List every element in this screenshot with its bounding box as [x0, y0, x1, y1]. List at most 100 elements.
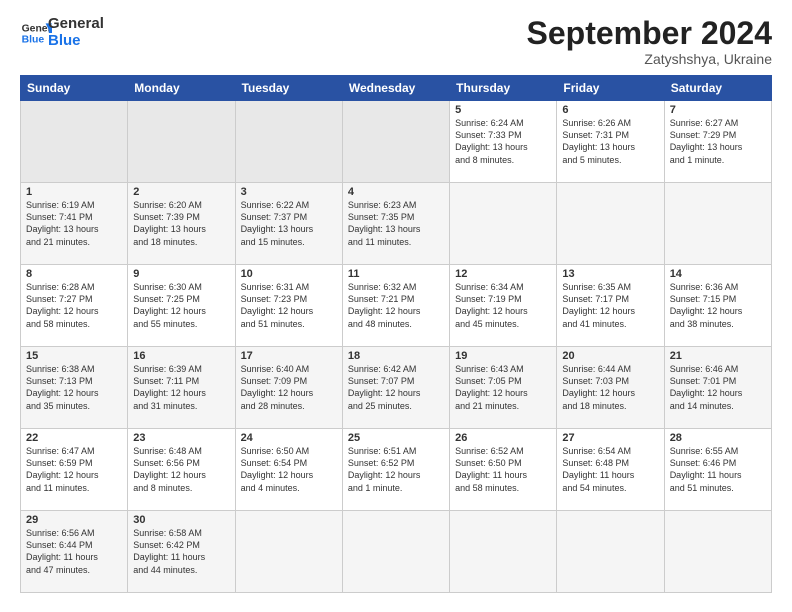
day-info: Sunrise: 6:19 AMSunset: 7:41 PMDaylight:… [26, 199, 122, 248]
day-number: 14 [670, 268, 766, 280]
day-header-friday: Friday [557, 76, 664, 101]
calendar-cell [664, 183, 771, 265]
day-info: Sunrise: 6:24 AMSunset: 7:33 PMDaylight:… [455, 117, 551, 166]
calendar-cell: 22Sunrise: 6:47 AMSunset: 6:59 PMDayligh… [21, 429, 128, 511]
logo-line1: General [48, 16, 104, 33]
day-number: 17 [241, 350, 337, 362]
day-info: Sunrise: 6:22 AMSunset: 7:37 PMDaylight:… [241, 199, 337, 248]
logo-line2: Blue [48, 33, 104, 50]
calendar-cell [557, 183, 664, 265]
calendar-cell: 8Sunrise: 6:28 AMSunset: 7:27 PMDaylight… [21, 265, 128, 347]
day-info: Sunrise: 6:32 AMSunset: 7:21 PMDaylight:… [348, 281, 444, 330]
day-number: 29 [26, 514, 122, 526]
day-number: 19 [455, 350, 551, 362]
day-number: 13 [562, 268, 658, 280]
calendar-cell [342, 511, 449, 593]
day-header-saturday: Saturday [664, 76, 771, 101]
day-number: 15 [26, 350, 122, 362]
calendar-cell [450, 511, 557, 593]
calendar-cell: 26Sunrise: 6:52 AMSunset: 6:50 PMDayligh… [450, 429, 557, 511]
calendar-cell: 11Sunrise: 6:32 AMSunset: 7:21 PMDayligh… [342, 265, 449, 347]
month-title: September 2024 [527, 16, 772, 51]
day-info: Sunrise: 6:34 AMSunset: 7:19 PMDaylight:… [455, 281, 551, 330]
day-number: 11 [348, 268, 444, 280]
day-number: 20 [562, 350, 658, 362]
calendar-cell: 13Sunrise: 6:35 AMSunset: 7:17 PMDayligh… [557, 265, 664, 347]
calendar-table: SundayMondayTuesdayWednesdayThursdayFrid… [20, 75, 772, 593]
day-number: 24 [241, 432, 337, 444]
calendar-cell: 20Sunrise: 6:44 AMSunset: 7:03 PMDayligh… [557, 347, 664, 429]
calendar-cell [664, 511, 771, 593]
day-info: Sunrise: 6:40 AMSunset: 7:09 PMDaylight:… [241, 363, 337, 412]
day-header-tuesday: Tuesday [235, 76, 342, 101]
calendar-cell: 25Sunrise: 6:51 AMSunset: 6:52 PMDayligh… [342, 429, 449, 511]
day-number: 23 [133, 432, 229, 444]
day-info: Sunrise: 6:54 AMSunset: 6:48 PMDaylight:… [562, 445, 658, 494]
day-number: 18 [348, 350, 444, 362]
day-number: 22 [26, 432, 122, 444]
calendar-cell: 6Sunrise: 6:26 AMSunset: 7:31 PMDaylight… [557, 101, 664, 183]
day-number: 9 [133, 268, 229, 280]
calendar-cell [235, 511, 342, 593]
day-info: Sunrise: 6:26 AMSunset: 7:31 PMDaylight:… [562, 117, 658, 166]
calendar-cell: 18Sunrise: 6:42 AMSunset: 7:07 PMDayligh… [342, 347, 449, 429]
calendar-cell: 4Sunrise: 6:23 AMSunset: 7:35 PMDaylight… [342, 183, 449, 265]
day-number: 16 [133, 350, 229, 362]
day-number: 30 [133, 514, 229, 526]
calendar-cell: 21Sunrise: 6:46 AMSunset: 7:01 PMDayligh… [664, 347, 771, 429]
day-info: Sunrise: 6:42 AMSunset: 7:07 PMDaylight:… [348, 363, 444, 412]
title-block: September 2024 Zatyshshya, Ukraine [527, 16, 772, 67]
calendar-cell: 30Sunrise: 6:58 AMSunset: 6:42 PMDayligh… [128, 511, 235, 593]
day-number: 25 [348, 432, 444, 444]
day-info: Sunrise: 6:39 AMSunset: 7:11 PMDaylight:… [133, 363, 229, 412]
day-number: 27 [562, 432, 658, 444]
calendar-cell: 17Sunrise: 6:40 AMSunset: 7:09 PMDayligh… [235, 347, 342, 429]
calendar-cell: 14Sunrise: 6:36 AMSunset: 7:15 PMDayligh… [664, 265, 771, 347]
day-header-wednesday: Wednesday [342, 76, 449, 101]
day-info: Sunrise: 6:35 AMSunset: 7:17 PMDaylight:… [562, 281, 658, 330]
day-number: 5 [455, 104, 551, 116]
day-number: 12 [455, 268, 551, 280]
day-info: Sunrise: 6:44 AMSunset: 7:03 PMDaylight:… [562, 363, 658, 412]
calendar-cell [557, 511, 664, 593]
calendar-cell: 1Sunrise: 6:19 AMSunset: 7:41 PMDaylight… [21, 183, 128, 265]
day-info: Sunrise: 6:28 AMSunset: 7:27 PMDaylight:… [26, 281, 122, 330]
day-number: 4 [348, 186, 444, 198]
calendar-cell: 12Sunrise: 6:34 AMSunset: 7:19 PMDayligh… [450, 265, 557, 347]
calendar-cell [235, 101, 342, 183]
calendar-cell: 29Sunrise: 6:56 AMSunset: 6:44 PMDayligh… [21, 511, 128, 593]
calendar-cell: 2Sunrise: 6:20 AMSunset: 7:39 PMDaylight… [128, 183, 235, 265]
calendar-cell [21, 101, 128, 183]
calendar-cell: 3Sunrise: 6:22 AMSunset: 7:37 PMDaylight… [235, 183, 342, 265]
day-number: 21 [670, 350, 766, 362]
day-info: Sunrise: 6:20 AMSunset: 7:39 PMDaylight:… [133, 199, 229, 248]
day-number: 10 [241, 268, 337, 280]
calendar-cell: 28Sunrise: 6:55 AMSunset: 6:46 PMDayligh… [664, 429, 771, 511]
day-info: Sunrise: 6:55 AMSunset: 6:46 PMDaylight:… [670, 445, 766, 494]
calendar-cell: 15Sunrise: 6:38 AMSunset: 7:13 PMDayligh… [21, 347, 128, 429]
day-info: Sunrise: 6:23 AMSunset: 7:35 PMDaylight:… [348, 199, 444, 248]
day-number: 28 [670, 432, 766, 444]
calendar-cell [128, 101, 235, 183]
day-info: Sunrise: 6:52 AMSunset: 6:50 PMDaylight:… [455, 445, 551, 494]
calendar-cell: 10Sunrise: 6:31 AMSunset: 7:23 PMDayligh… [235, 265, 342, 347]
day-info: Sunrise: 6:38 AMSunset: 7:13 PMDaylight:… [26, 363, 122, 412]
calendar-cell: 16Sunrise: 6:39 AMSunset: 7:11 PMDayligh… [128, 347, 235, 429]
calendar-cell [342, 101, 449, 183]
day-info: Sunrise: 6:50 AMSunset: 6:54 PMDaylight:… [241, 445, 337, 494]
calendar-cell [450, 183, 557, 265]
day-number: 6 [562, 104, 658, 116]
day-info: Sunrise: 6:48 AMSunset: 6:56 PMDaylight:… [133, 445, 229, 494]
location-subtitle: Zatyshshya, Ukraine [527, 51, 772, 67]
svg-text:Blue: Blue [22, 34, 45, 45]
day-info: Sunrise: 6:43 AMSunset: 7:05 PMDaylight:… [455, 363, 551, 412]
logo: General Blue General Blue [20, 16, 104, 49]
day-info: Sunrise: 6:31 AMSunset: 7:23 PMDaylight:… [241, 281, 337, 330]
day-info: Sunrise: 6:46 AMSunset: 7:01 PMDaylight:… [670, 363, 766, 412]
day-info: Sunrise: 6:47 AMSunset: 6:59 PMDaylight:… [26, 445, 122, 494]
day-info: Sunrise: 6:30 AMSunset: 7:25 PMDaylight:… [133, 281, 229, 330]
calendar-cell: 27Sunrise: 6:54 AMSunset: 6:48 PMDayligh… [557, 429, 664, 511]
day-info: Sunrise: 6:58 AMSunset: 6:42 PMDaylight:… [133, 527, 229, 576]
day-info: Sunrise: 6:36 AMSunset: 7:15 PMDaylight:… [670, 281, 766, 330]
day-number: 7 [670, 104, 766, 116]
